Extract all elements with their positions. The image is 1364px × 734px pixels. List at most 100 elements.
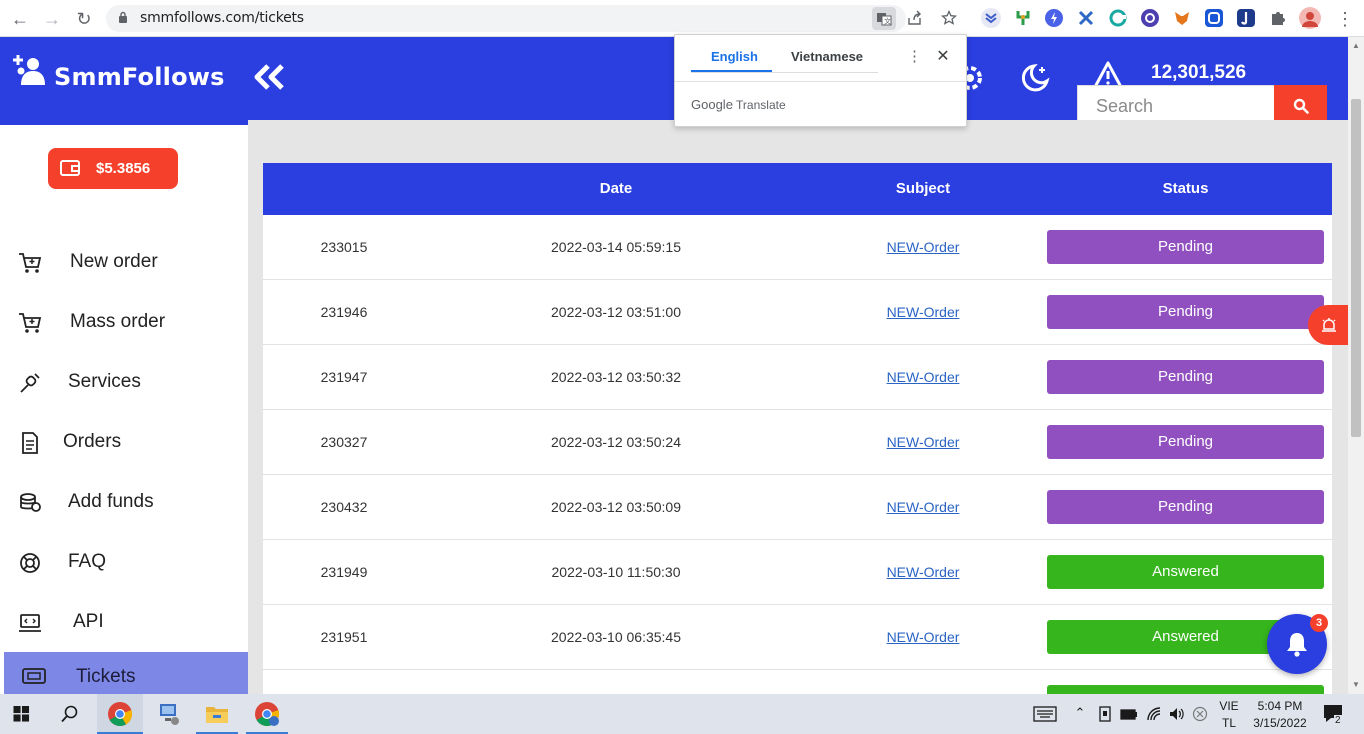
close-circle-icon[interactable] (1192, 706, 1208, 722)
status-badge[interactable]: Pending (1047, 490, 1324, 524)
taskbar-remote-desktop-app[interactable] (148, 694, 190, 734)
profile-avatar[interactable] (1299, 7, 1321, 29)
sidebar-item-services[interactable]: Services (0, 361, 248, 403)
cart-icon (19, 253, 42, 273)
ticket-subject-link[interactable]: NEW-Order (823, 239, 1023, 255)
browser-toolbar: ← → ↻ smmfollows.com/tickets 文 ⋮ (0, 0, 1364, 37)
scroll-down-arrow-icon[interactable]: ▼ (1352, 680, 1360, 689)
status-badge[interactable]: Answered (1047, 555, 1324, 589)
chrome-icon (108, 702, 133, 727)
cart-icon (19, 313, 42, 333)
tickets-table-area: Date Subject Status 233015 2022-03-14 05… (248, 120, 1348, 694)
lifebuoy-icon (20, 553, 40, 573)
bookmark-star-icon[interactable] (940, 9, 958, 28)
input-language-top[interactable]: VIE (1216, 699, 1242, 713)
ticket-subject-link[interactable]: NEW-Order (823, 499, 1023, 515)
extension-icon-9[interactable] (1237, 9, 1255, 27)
extension-icon-2[interactable] (1014, 9, 1032, 27)
close-icon[interactable]: ✕ (935, 46, 951, 66)
chevron-up-icon[interactable]: ⌃ (1073, 705, 1087, 721)
sidebar: SmmFollows $5.3856 New order Mass order … (0, 37, 248, 696)
ticket-subject-link[interactable]: NEW-Order (823, 629, 1023, 645)
notification-count: 2 (1334, 715, 1342, 726)
sidebar-item-orders[interactable]: Orders (0, 421, 248, 463)
action-center-button[interactable]: 2 (1320, 694, 1348, 734)
sidebar-item-new-order[interactable]: New order (0, 241, 248, 283)
search-icon (1293, 98, 1309, 114)
ticket-icon (22, 668, 46, 684)
balance-button[interactable]: $5.3856 (48, 148, 178, 189)
ticket-subject-link[interactable]: NEW-Order (823, 564, 1023, 580)
sidebar-item-label: FAQ (68, 551, 107, 572)
laptop-code-icon (19, 614, 41, 632)
sidebar-item-faq[interactable]: FAQ (0, 541, 248, 583)
ticket-id: 230432 (320, 499, 368, 515)
extension-icon-6[interactable] (1141, 9, 1159, 27)
alert-side-tab[interactable] (1308, 305, 1348, 345)
extension-icon-3[interactable] (1045, 9, 1063, 27)
ticket-subject-link[interactable]: NEW-Order (823, 369, 1023, 385)
status-badge[interactable]: Pending (1047, 360, 1324, 394)
status-badge[interactable] (1047, 685, 1324, 694)
keyboard-icon[interactable] (1033, 706, 1057, 722)
brand-name: SmmFollows (54, 63, 225, 91)
address-bar[interactable]: smmfollows.com/tickets 文 (106, 5, 958, 32)
taskbar-chrome-app[interactable] (97, 694, 143, 734)
status-badge[interactable]: Pending (1047, 230, 1324, 264)
ticket-id: 230327 (320, 434, 368, 450)
ticket-id: 231947 (320, 369, 368, 385)
stat-counter: 12,301,526 (1151, 62, 1247, 83)
puzzle-icon[interactable] (1269, 9, 1287, 27)
device-icon[interactable] (1098, 706, 1112, 722)
tab-vietnamese[interactable]: Vietnamese (791, 49, 863, 64)
moon-icon[interactable] (1020, 63, 1050, 93)
tab-english[interactable]: English (711, 49, 758, 64)
status-badge[interactable]: Pending (1047, 425, 1324, 459)
clock-time[interactable]: 5:04 PM (1248, 699, 1312, 713)
windows-start-icon[interactable] (13, 706, 30, 722)
siren-icon (1322, 318, 1336, 332)
sidebar-item-tickets[interactable]: Tickets (4, 652, 248, 696)
extension-icon-4[interactable] (1077, 9, 1095, 27)
reload-icon[interactable]: ↻ (73, 8, 95, 30)
windows-taskbar: ⌃ VIE TL 5:04 PM 3/15/2022 2 (0, 694, 1364, 734)
sidebar-item-mass-order[interactable]: Mass order (0, 301, 248, 343)
scroll-thumb[interactable] (1351, 99, 1361, 437)
brand-logo[interactable]: SmmFollows (0, 37, 248, 125)
sidebar-item-label: Services (68, 371, 141, 392)
ticket-subject-link[interactable]: NEW-Order (823, 304, 1023, 320)
sidebar-item-add-funds[interactable]: Add funds (0, 481, 248, 523)
more-options-icon[interactable]: ⋮ (907, 47, 922, 65)
wifi-icon[interactable] (1146, 706, 1162, 722)
sidebar-item-label: Add funds (68, 491, 154, 512)
volume-icon[interactable] (1168, 706, 1184, 722)
status-badge[interactable]: Pending (1047, 295, 1324, 329)
translate-icon[interactable]: 文 (872, 7, 896, 30)
battery-icon[interactable] (1120, 707, 1138, 721)
ticket-id: 231946 (320, 304, 368, 320)
link-icon (20, 373, 40, 393)
forward-icon[interactable]: → (41, 8, 63, 30)
search-icon[interactable] (61, 705, 79, 723)
taskbar-file-explorer-app[interactable] (196, 694, 238, 734)
ticket-id: 233015 (320, 239, 368, 255)
table-row: 233015 2022-03-14 05:59:15 NEW-Order Pen… (263, 215, 1332, 280)
scroll-up-arrow-icon[interactable]: ▲ (1352, 41, 1360, 50)
page-scrollbar[interactable]: ▲ ▼ (1348, 37, 1364, 694)
back-icon[interactable]: ← (9, 8, 31, 30)
share-icon[interactable] (906, 10, 924, 28)
metamask-icon[interactable] (1173, 9, 1191, 27)
taskbar-chrome-profile-app[interactable] (246, 694, 288, 734)
extension-icon-8[interactable] (1205, 9, 1223, 27)
extension-icon-5[interactable] (1109, 9, 1127, 27)
clock-date[interactable]: 3/15/2022 (1248, 716, 1312, 730)
collapse-sidebar-icon[interactable] (252, 63, 286, 91)
browser-menu-icon[interactable]: ⋮ (1336, 8, 1354, 30)
extension-icon-1[interactable] (981, 8, 1001, 28)
ticket-date: 2022-03-12 03:50:24 (551, 434, 681, 450)
ticket-date: 2022-03-12 03:50:09 (551, 499, 681, 515)
notification-count-badge: 3 (1310, 614, 1328, 632)
input-language-bottom[interactable]: TL (1216, 716, 1242, 730)
sidebar-item-api[interactable]: API (0, 601, 248, 643)
ticket-subject-link[interactable]: NEW-Order (823, 434, 1023, 450)
